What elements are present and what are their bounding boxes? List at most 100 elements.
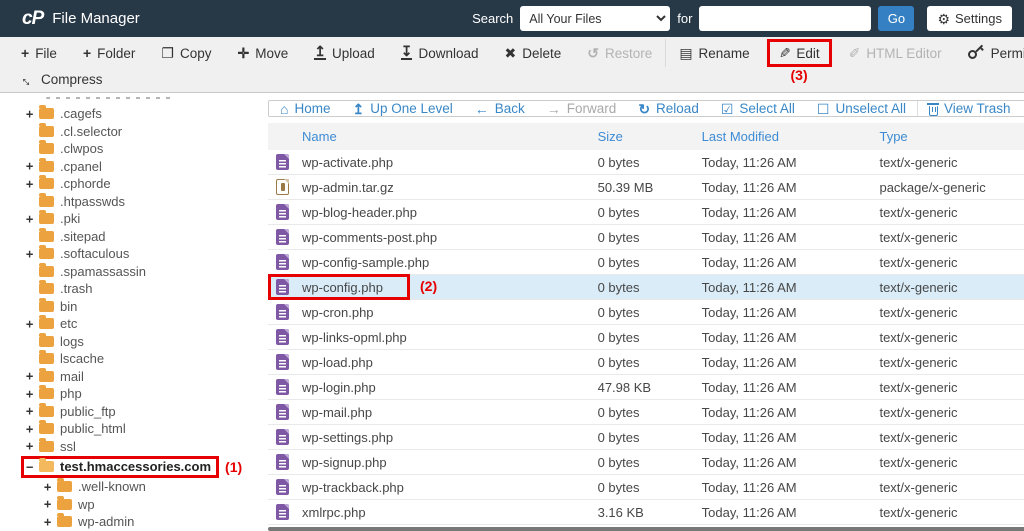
sidebar-item-cphorde[interactable]: + .cphorde — [0, 175, 265, 193]
file-type-cell: text/x-generic — [879, 249, 1024, 276]
sidebar-item-etc[interactable]: + etc — [0, 315, 265, 333]
file-row-wp-admin-tar-gz[interactable]: wp-admin.tar.gz 50.39 MB Today, 11:26 AM pa… — [268, 174, 1024, 201]
column-header-name[interactable]: Name — [268, 123, 598, 151]
file-row-wp-config-php[interactable]: wp-config.php (2) 0 bytes Today, 11:26 AM te… — [268, 274, 1024, 301]
sidebar-item-spamassassin[interactable]: .spamassassin — [0, 262, 265, 281]
expand-icon[interactable]: + — [26, 247, 39, 261]
sidebar-item-pki[interactable]: + .pki — [0, 210, 265, 228]
sidebar-item-bin[interactable]: bin — [0, 297, 265, 316]
sidebar-item-htpasswds[interactable]: .htpasswds — [0, 192, 265, 211]
sidebar-item-php[interactable]: + php — [0, 385, 265, 403]
expand-icon[interactable]: + — [44, 480, 57, 494]
expand-icon[interactable]: + — [26, 177, 39, 191]
sidebar-item-cagefs[interactable]: + .cagefs — [0, 105, 265, 123]
tree-item-inner: + .cphorde — [26, 175, 111, 191]
file-type-cell: text/x-generic — [879, 349, 1024, 376]
sidebar-item-lscache[interactable]: lscache — [0, 350, 265, 368]
horizontal-scrollbar[interactable] — [268, 527, 1024, 531]
file-row-wp-activate-php[interactable]: wp-activate.php 0 bytes Today, 11:26 AM tex… — [268, 150, 1024, 176]
column-header-last-modified[interactable]: Last Modified — [701, 123, 880, 151]
expand-icon[interactable]: + — [44, 515, 57, 529]
expand-icon[interactable]: + — [26, 439, 39, 453]
nav-button-view-trash[interactable]: View Trash — [917, 101, 1022, 117]
sidebar-item-trash[interactable]: .trash — [0, 280, 265, 298]
nav-button-reload[interactable]: ↻ Reload — [627, 101, 710, 116]
toolbar-button-label: Compress — [41, 72, 103, 87]
file-row-wp-blog-header-php[interactable]: wp-blog-header.php 0 bytes Today, 11:26 AM… — [268, 199, 1024, 226]
file-row-wp-config-sample-php[interactable]: wp-config-sample.php 0 bytes Today, 11:26 … — [268, 249, 1024, 276]
toolbar-button-compress[interactable]: ↔ Compress — [8, 66, 116, 94]
expand-icon[interactable]: + — [26, 422, 39, 436]
sidebar-item-sitepad[interactable]: .sitepad — [0, 227, 265, 246]
expand-icon[interactable]: + — [26, 159, 39, 173]
expand-icon[interactable]: + — [26, 404, 39, 418]
file-row-wp-cron-php[interactable]: wp-cron.php 0 bytes Today, 11:26 AM text/x-… — [268, 299, 1024, 326]
toolbar-button-upload[interactable]: ↥ Upload — [301, 39, 388, 67]
folder-icon — [39, 332, 54, 347]
toolbar-button-label: Edit — [796, 45, 820, 61]
nav-button-home[interactable]: ⌂ Home — [269, 101, 341, 116]
tree-item-inner: .spamassassin — [26, 262, 146, 279]
file-name-label: wp-config.php — [302, 279, 383, 295]
sidebar-item-label: .trash — [60, 281, 93, 297]
toolbar-button-edit[interactable]: ✎ Edit (3) — [766, 39, 832, 83]
collapse-icon[interactable]: − — [26, 460, 39, 474]
folder-icon — [39, 297, 54, 312]
go-button[interactable]: Go — [878, 6, 915, 31]
sidebar-item-logs[interactable]: logs — [0, 332, 265, 351]
sidebar-item-cl-selector[interactable]: .cl.selector — [0, 122, 265, 141]
tree-item-inner: + .pki — [26, 210, 80, 226]
file-row-wp-settings-php[interactable]: wp-settings.php 0 bytes Today, 11:26 AM tex… — [268, 424, 1024, 451]
folder-tree-sidebar: + .cagefs .cl.selector .clwpos + .cpanel + .cph… — [0, 93, 265, 531]
file-name-content: wp-trackback.php — [268, 475, 598, 499]
toolbar-button-delete[interactable]: ✖ Delete — [492, 39, 575, 67]
toolbar-button-folder[interactable]: + Folder — [70, 39, 148, 67]
sidebar-item-ssl[interactable]: + ssl — [0, 437, 265, 456]
nav-button-select-all[interactable]: ☑ Select All — [710, 101, 806, 116]
forward-icon: → — [546, 100, 561, 117]
sidebar-item-wp-admin[interactable]: + wp-admin — [0, 513, 265, 531]
sidebar-item-wp[interactable]: + wp — [0, 495, 265, 514]
nav-button-up-one-level[interactable]: ↥ Up One Level — [341, 101, 463, 116]
column-header-size[interactable]: Size — [597, 123, 702, 151]
file-row-wp-links-opml-php[interactable]: wp-links-opml.php 0 bytes Today, 11:26 AM t… — [268, 324, 1024, 351]
file-modified-cell: Today, 11:26 AM — [701, 174, 880, 201]
file-row-wp-mail-php[interactable]: wp-mail.php 0 bytes Today, 11:26 AM text/x-… — [268, 399, 1024, 426]
expand-icon[interactable]: + — [26, 369, 39, 383]
file-row-wp-login-php[interactable]: wp-login.php 47.98 KB Today, 11:26 AM text/… — [268, 374, 1024, 401]
sidebar-item-label: lscache — [60, 351, 105, 367]
expand-icon[interactable]: + — [26, 212, 39, 226]
sidebar-item-cpanel[interactable]: + .cpanel — [0, 157, 265, 176]
file-row-wp-signup-php[interactable]: wp-signup.php 0 bytes Today, 11:26 AM text/… — [268, 449, 1024, 476]
expand-icon[interactable]: + — [26, 387, 39, 401]
settings-button[interactable]: ⚙ Settings — [927, 6, 1012, 31]
toolbar-button-file[interactable]: + File — [8, 39, 70, 67]
tree-item-inner: + wp — [44, 495, 95, 512]
toolbar-button-copy[interactable]: ❐ Copy — [148, 39, 224, 67]
file-row-wp-comments-post-php[interactable]: wp-comments-post.php 0 bytes Today, 11:26 … — [268, 224, 1024, 251]
toolbar-button-permissions[interactable]: Permissions — [955, 39, 1024, 67]
sidebar-item-well-known[interactable]: + .well-known — [0, 478, 265, 496]
sidebar-item-public-html[interactable]: + public_html — [0, 420, 265, 438]
file-row-wp-trackback-php[interactable]: wp-trackback.php 0 bytes Today, 11:26 AM te… — [268, 474, 1024, 501]
toolbar-button-rename[interactable]: ▤ Rename — [665, 39, 762, 67]
sidebar-item-public-ftp[interactable]: + public_ftp — [0, 402, 265, 421]
search-input[interactable] — [699, 6, 872, 31]
toolbar-button-download[interactable]: ↧ Download — [388, 39, 492, 67]
sidebar-item-mail[interactable]: + mail — [0, 367, 265, 386]
search-scope-select[interactable]: All Your Files — [520, 6, 671, 31]
expand-icon[interactable]: + — [26, 317, 39, 331]
sidebar-item-softaculous[interactable]: + .softaculous — [0, 245, 265, 263]
column-header-type[interactable]: Type — [879, 123, 1024, 151]
text-file-icon — [276, 254, 289, 271]
sidebar-item-clwpos[interactable]: .clwpos — [0, 140, 265, 158]
nav-button-unselect-all[interactable]: ☐ Unselect All — [806, 101, 917, 116]
cpanel-logo-icon: cP — [22, 7, 44, 29]
file-row-xmlrpc-php[interactable]: xmlrpc.php 3.16 KB Today, 11:26 AM text/x-g… — [268, 499, 1024, 526]
expand-icon[interactable]: + — [26, 107, 39, 121]
file-row-wp-load-php[interactable]: wp-load.php 0 bytes Today, 11:26 AM text/x-… — [268, 349, 1024, 376]
toolbar-button-move[interactable]: ✛ Move — [224, 39, 301, 67]
expand-icon[interactable]: + — [44, 497, 57, 511]
nav-button-back[interactable]: ← Back — [464, 101, 536, 116]
sidebar-item-test-hmaccessories-com[interactable]: − test.hmaccessories.com (1) — [0, 455, 265, 478]
